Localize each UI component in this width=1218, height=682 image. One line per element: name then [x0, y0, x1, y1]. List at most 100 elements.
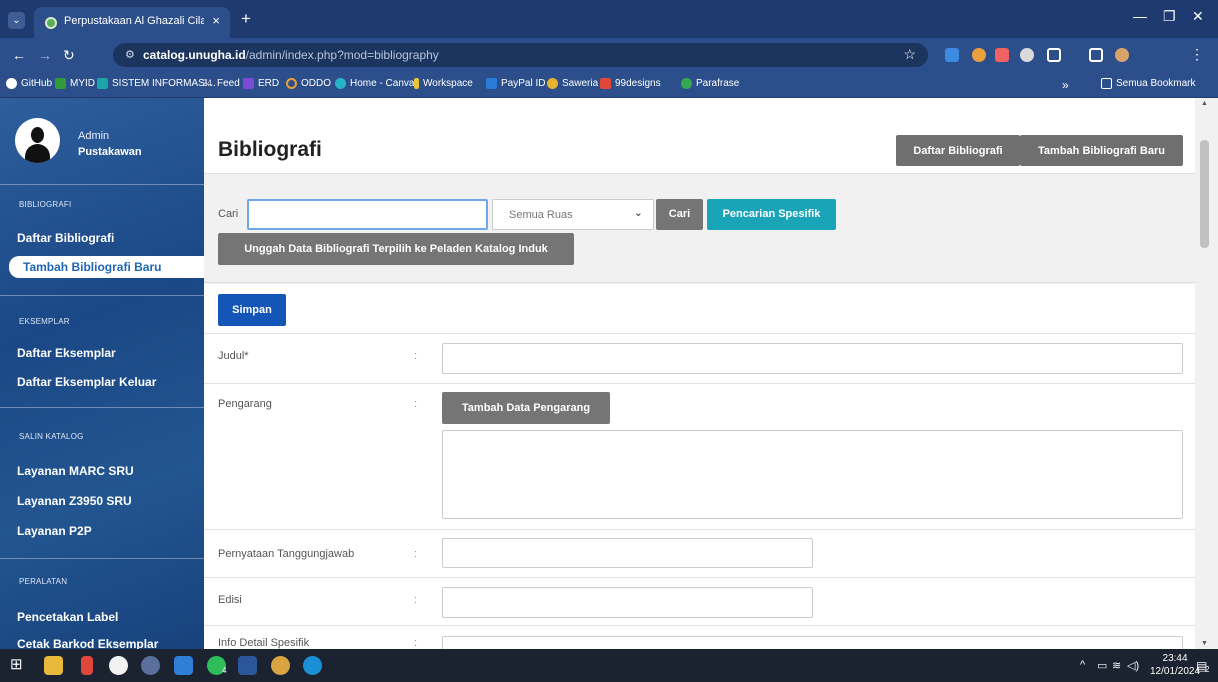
- site-favicon-icon: [45, 17, 57, 29]
- scroll-up-icon[interactable]: ▲: [1201, 100, 1208, 107]
- form-row-edisi: Edisi :: [204, 578, 1195, 626]
- user-body-icon: [25, 144, 50, 163]
- scrollbar-thumb[interactable]: [1200, 140, 1209, 248]
- field-select[interactable]: Semua Ruas ⌄: [492, 199, 654, 230]
- bookmark-star-icon[interactable]: ☆: [903, 46, 916, 63]
- bookmark-item[interactable]: 24 Feed: [202, 78, 240, 89]
- minimize-icon[interactable]: —: [1133, 8, 1147, 24]
- daftar-bibliografi-button[interactable]: Daftar Bibliografi: [896, 135, 1020, 166]
- extension-icon[interactable]: [1020, 48, 1034, 62]
- section-title-salin-katalog: SALIN KATALOG: [19, 432, 84, 441]
- sidebar-item-pencetakan-label[interactable]: Pencetakan Label: [17, 610, 118, 624]
- separator: :: [414, 637, 418, 649]
- sidebar-item-daftar-bibliografi[interactable]: Daftar Bibliografi: [17, 231, 114, 245]
- battery-icon[interactable]: ▭: [1097, 659, 1107, 672]
- detail-input[interactable]: [442, 636, 1183, 649]
- new-tab-icon[interactable]: +: [241, 9, 251, 29]
- bookmark-item[interactable]: Home - Canva: [335, 78, 414, 89]
- word-icon[interactable]: [238, 656, 257, 675]
- detail-label: Info Detail Spesifik: [218, 637, 310, 649]
- bookmark-item[interactable]: Workspace: [414, 78, 473, 89]
- form-row-detail: Info Detail Spesifik :: [204, 626, 1195, 649]
- restore-icon[interactable]: ❐: [1163, 8, 1176, 25]
- search-button[interactable]: Cari: [656, 199, 703, 230]
- bookmark-item[interactable]: 99designs: [600, 78, 661, 89]
- form-row-tanggungjawab: Pernyataan Tanggungjawab :: [204, 530, 1195, 578]
- separator: :: [414, 350, 418, 362]
- bookmark-item[interactable]: ERD: [243, 78, 279, 89]
- bookmark-item[interactable]: ODDO: [286, 78, 331, 89]
- tab-close-icon[interactable]: ×: [212, 13, 220, 28]
- all-bookmarks-folder[interactable]: Semua Bookmark: [1101, 78, 1195, 89]
- form-row-pengarang: Pengarang : Tambah Data Pengarang: [204, 384, 1195, 530]
- bookmark-item[interactable]: PayPal ID: [486, 78, 545, 89]
- clock-time: 23:44: [1162, 653, 1188, 664]
- volume-icon[interactable]: ◁): [1127, 659, 1139, 672]
- page-scrollbar[interactable]: ▲ ▼: [1195, 98, 1218, 649]
- bookmark-item[interactable]: Parafrase: [681, 78, 739, 89]
- vscode-icon[interactable]: [174, 656, 193, 675]
- browser-tab[interactable]: Perpustakaan Al Ghazali Cilacap ×: [34, 7, 230, 38]
- page-header: Bibliografi Daftar Bibliografi Tambah Bi…: [204, 98, 1195, 174]
- chevron-down-icon: ⌄: [633, 207, 643, 219]
- save-row: Simpan: [204, 284, 1195, 334]
- search-input[interactable]: [247, 199, 488, 230]
- figma-icon[interactable]: [81, 656, 93, 675]
- chrome-profile-icon[interactable]: [141, 656, 160, 675]
- save-button[interactable]: Simpan: [218, 294, 286, 326]
- user-avatar[interactable]: [15, 118, 60, 163]
- side-panel-icon[interactable]: [1089, 48, 1103, 62]
- sidebar-item-cetak-barkod[interactable]: Cetak Barkod Eksemplar: [17, 637, 158, 649]
- wifi-icon[interactable]: ≋: [1112, 659, 1121, 672]
- user-role: Pustakawan: [78, 146, 142, 158]
- extension-icon[interactable]: [945, 48, 959, 62]
- profile-avatar-icon[interactable]: [1115, 48, 1129, 62]
- sidebar-item-marc-sru[interactable]: Layanan MARC SRU: [17, 464, 134, 478]
- tray-chevron-icon[interactable]: ^: [1080, 659, 1085, 671]
- sidebar-item-daftar-eksemplar-keluar[interactable]: Daftar Eksemplar Keluar: [17, 375, 156, 389]
- tab-search-icon[interactable]: ⌄: [8, 12, 25, 29]
- bookmark-item[interactable]: SISTEM INFORMASI...: [97, 78, 216, 89]
- site-info-icon[interactable]: ⚙: [125, 48, 135, 61]
- reload-icon[interactable]: ↻: [63, 47, 75, 64]
- add-author-button[interactable]: Tambah Data Pengarang: [442, 392, 610, 424]
- extension-icon[interactable]: [972, 48, 986, 62]
- app-icon[interactable]: [109, 656, 128, 675]
- browser-menu-icon[interactable]: ⋮: [1190, 46, 1204, 63]
- url-text: catalog.unugha.id/admin/index.php?mod=bi…: [143, 48, 439, 62]
- sidebar-item-z3950-sru[interactable]: Layanan Z3950 SRU: [17, 494, 132, 508]
- whatsapp-badge: 4: [222, 666, 227, 675]
- bookmark-item[interactable]: GitHub: [6, 78, 52, 89]
- forward-icon[interactable]: →: [38, 47, 52, 63]
- specific-search-button[interactable]: Pencarian Spesifik: [707, 199, 836, 230]
- upload-to-union-catalog-button[interactable]: Unggah Data Bibliografi Terpilih ke Pela…: [218, 233, 574, 265]
- extension-icon[interactable]: [995, 48, 1009, 62]
- file-explorer-icon[interactable]: [44, 656, 63, 675]
- chrome-icon[interactable]: [271, 656, 290, 675]
- bookmark-item[interactable]: MYID: [55, 78, 95, 89]
- extensions-puzzle-icon[interactable]: [1047, 48, 1061, 62]
- tab-title: Perpustakaan Al Ghazali Cilacap: [64, 15, 204, 27]
- edisi-input[interactable]: [442, 587, 813, 618]
- windows-start-icon[interactable]: ⊞: [10, 655, 29, 674]
- admin-sidebar: Admin Pustakawan BIBLIOGRAFI Daftar Bibl…: [0, 98, 204, 649]
- form-row-judul: Judul* :: [204, 334, 1195, 384]
- close-window-icon[interactable]: ✕: [1192, 8, 1204, 25]
- address-bar[interactable]: ⚙ catalog.unugha.id/admin/index.php?mod=…: [113, 43, 928, 67]
- system-clock[interactable]: 23:44 12/01/2024: [1150, 652, 1200, 678]
- tanggungjawab-input[interactable]: [442, 538, 813, 568]
- divider: [0, 558, 204, 559]
- tambah-bibliografi-button[interactable]: Tambah Bibliografi Baru: [1020, 135, 1183, 166]
- more-bookmarks-icon[interactable]: »: [1062, 78, 1069, 92]
- sidebar-item-p2p[interactable]: Layanan P2P: [17, 524, 92, 538]
- back-icon[interactable]: ←: [12, 47, 26, 63]
- field-select-value: Semua Ruas: [509, 209, 573, 221]
- sidebar-item-tambah-bibliografi[interactable]: Tambah Bibliografi Baru: [9, 256, 204, 278]
- sidebar-item-daftar-eksemplar[interactable]: Daftar Eksemplar: [17, 346, 116, 360]
- judul-label: Judul*: [218, 350, 249, 362]
- author-list-box[interactable]: [442, 430, 1183, 519]
- scroll-down-icon[interactable]: ▼: [1201, 640, 1208, 647]
- bookmark-item[interactable]: Saweria: [547, 78, 598, 89]
- edge-icon[interactable]: [303, 656, 322, 675]
- judul-textarea[interactable]: [442, 343, 1183, 374]
